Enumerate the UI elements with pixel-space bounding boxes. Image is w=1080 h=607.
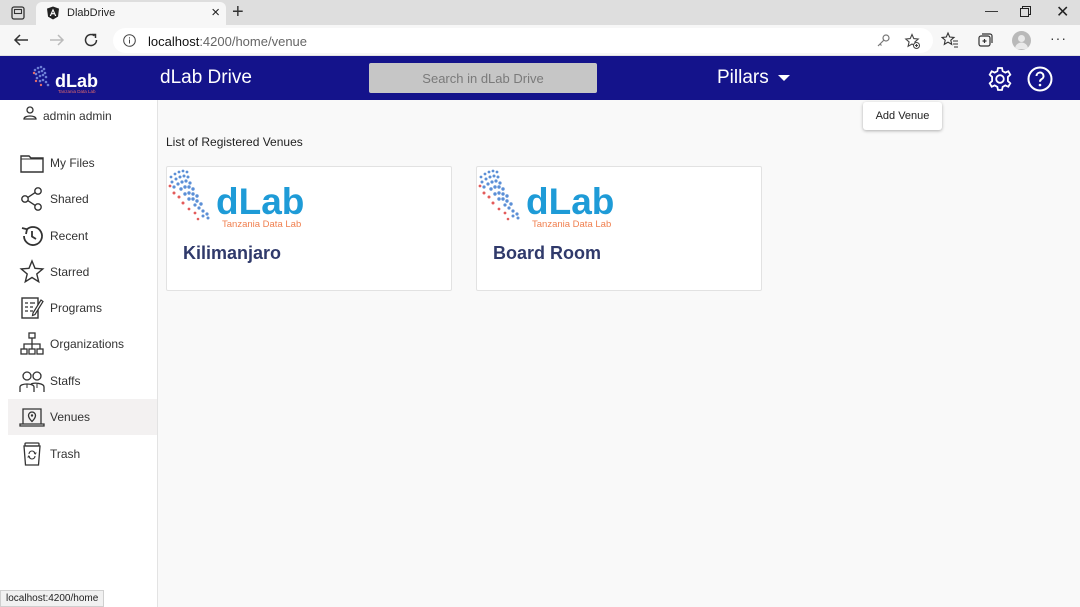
svg-text:Tanzania Data Lab: Tanzania Data Lab xyxy=(58,89,96,94)
add-favorite-icon[interactable] xyxy=(904,33,920,49)
dlab-card-logo: dLab Tanzania Data Lab xyxy=(478,169,614,229)
sidebar-item-label: Trash xyxy=(50,447,81,461)
angular-icon xyxy=(47,6,59,20)
status-bar-url: localhost:4200/home xyxy=(0,590,105,607)
venue-name: Board Room xyxy=(493,243,601,263)
sidebar-item-recent[interactable]: Recent xyxy=(8,218,157,254)
venue-card[interactable]: dLab Tanzania Data Lab Board Room xyxy=(476,166,762,291)
sidebar-item-my-files[interactable]: My Files xyxy=(8,145,157,181)
svg-text:Tanzania Data Lab: Tanzania Data Lab xyxy=(532,219,611,229)
restore-icon[interactable] xyxy=(1020,6,1031,17)
sidebar-item-label: Recent xyxy=(50,229,89,243)
svg-text:Tanzania Data Lab: Tanzania Data Lab xyxy=(222,219,301,229)
share-icon xyxy=(21,187,42,211)
sidebar: admin admin My Files Shared Recent Starr… xyxy=(0,100,158,607)
history-icon xyxy=(21,226,43,246)
svg-text:dLab: dLab xyxy=(55,71,98,91)
venue-name: Kilimanjaro xyxy=(183,243,282,263)
help-icon[interactable] xyxy=(1027,66,1053,92)
trash-icon xyxy=(23,442,41,466)
page-title: List of Registered Venues xyxy=(166,135,303,149)
back-icon[interactable] xyxy=(12,31,30,49)
tab-title: DlabDrive xyxy=(67,7,116,19)
sidebar-item-starred[interactable]: Starred xyxy=(8,254,157,290)
app-header: dLab Tanzania Data Lab dLab Drive Pillar… xyxy=(0,56,1080,100)
venue-card[interactable]: dLab Tanzania Data Lab Kilimanjaro xyxy=(166,166,452,291)
caret-down-icon xyxy=(777,75,790,81)
pillars-menu[interactable]: Pillars xyxy=(717,67,790,89)
search-input[interactable] xyxy=(369,63,597,93)
url-text: localhost:4200/home/venue xyxy=(148,34,308,49)
sidebar-item-shared[interactable]: Shared xyxy=(8,181,157,217)
dlab-card-logo: dLab Tanzania Data Lab xyxy=(168,169,304,229)
favorites-icon[interactable] xyxy=(941,31,959,49)
sidebar-item-label: My Files xyxy=(50,156,95,170)
venue-icon xyxy=(19,408,45,427)
collections-icon[interactable] xyxy=(976,31,994,49)
sidebar-item-programs[interactable]: Programs xyxy=(8,290,157,326)
refresh-icon[interactable] xyxy=(82,31,100,49)
staff-icon xyxy=(19,371,45,392)
user-profile[interactable]: admin admin xyxy=(22,106,112,123)
new-tab-icon[interactable]: + xyxy=(232,1,244,23)
browser-tab[interactable]: DlabDrive × xyxy=(36,2,226,25)
close-window-icon[interactable]: ✕ xyxy=(1056,2,1069,22)
sidebar-item-label: Programs xyxy=(50,301,103,315)
site-info-icon[interactable] xyxy=(123,34,136,47)
sidebar-item-staffs[interactable]: Staffs xyxy=(8,363,157,399)
tab-actions-icon[interactable] xyxy=(10,5,26,21)
sidebar-item-organizations[interactable]: Organizations xyxy=(8,326,157,362)
browser-toolbar: localhost:4200/home/venue xyxy=(0,25,1080,56)
more-options-icon[interactable]: ··· xyxy=(1050,30,1067,46)
sidebar-item-label: Organizations xyxy=(50,337,125,351)
user-icon xyxy=(23,106,37,120)
org-chart-icon xyxy=(20,332,44,355)
key-icon[interactable] xyxy=(875,33,891,49)
sidebar-item-label: Starred xyxy=(50,265,90,279)
star-icon xyxy=(19,259,45,284)
sidebar-item-label: Shared xyxy=(50,192,89,206)
app-title: dLab Drive xyxy=(160,67,252,88)
forward-icon[interactable] xyxy=(48,31,66,49)
dlab-logo[interactable]: dLab Tanzania Data Lab xyxy=(32,61,104,95)
add-venue-button[interactable]: Add Venue xyxy=(863,102,942,130)
program-icon xyxy=(21,297,44,319)
pillars-label: Pillars xyxy=(717,67,769,88)
avatar-icon xyxy=(1015,35,1028,49)
sidebar-item-trash[interactable]: Trash xyxy=(8,436,157,472)
address-bar[interactable]: localhost:4200/home/venue xyxy=(113,28,933,53)
settings-gear-icon[interactable] xyxy=(987,66,1013,92)
sidebar-item-label: Venues xyxy=(50,410,91,424)
close-tab-icon[interactable]: × xyxy=(211,4,220,22)
profile-avatar[interactable] xyxy=(1012,31,1031,50)
user-name: admin admin xyxy=(43,109,112,123)
svg-text:dLab: dLab xyxy=(526,181,614,222)
folder-icon xyxy=(20,155,44,173)
sidebar-item-venues[interactable]: Venues xyxy=(8,399,157,435)
minimize-icon[interactable]: — xyxy=(985,3,998,18)
sidebar-item-label: Staffs xyxy=(50,374,81,388)
svg-text:dLab: dLab xyxy=(216,181,304,222)
browser-tab-strip: DlabDrive × + — ✕ xyxy=(0,0,1080,25)
